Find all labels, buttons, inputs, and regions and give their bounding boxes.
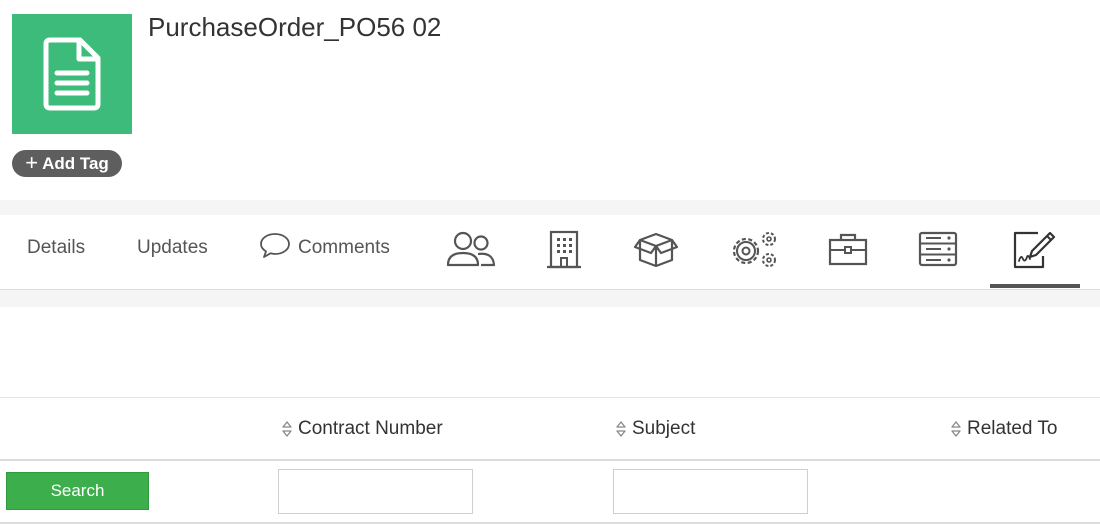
plus-icon: + bbox=[25, 149, 39, 175]
column-contract-number[interactable]: Contract Number bbox=[281, 398, 443, 459]
building-icon bbox=[547, 230, 581, 269]
active-tab-indicator bbox=[990, 284, 1080, 288]
briefcase-icon bbox=[828, 233, 868, 266]
tab-bar: Details Updates Comments bbox=[0, 215, 1100, 290]
tab-contracts[interactable] bbox=[1005, 227, 1061, 271]
column-related-to[interactable]: Related To bbox=[950, 398, 1058, 459]
tab-details-label: Details bbox=[27, 237, 86, 258]
search-button[interactable]: Search bbox=[6, 472, 149, 510]
table-header: Contract Number Subject Related To bbox=[0, 397, 1100, 461]
tab-building[interactable] bbox=[536, 227, 592, 271]
tab-contacts[interactable] bbox=[443, 227, 499, 271]
column-subject-label: Subject bbox=[632, 417, 696, 439]
tab-comments-label: Comments bbox=[298, 237, 390, 258]
document-icon bbox=[43, 37, 101, 111]
tab-settings[interactable] bbox=[725, 227, 781, 271]
record-title: PurchaseOrder_PO56 02 bbox=[148, 12, 442, 42]
contract-sign-icon bbox=[1013, 231, 1056, 269]
column-contract-number-label: Contract Number bbox=[298, 417, 443, 439]
contacts-icon bbox=[446, 231, 496, 267]
server-icon bbox=[918, 231, 958, 267]
tab-products[interactable] bbox=[628, 227, 684, 271]
add-tag-label: Add Tag bbox=[42, 153, 109, 173]
divider-strip bbox=[0, 290, 1100, 307]
filter-row: Search bbox=[0, 460, 1100, 524]
sort-icon bbox=[616, 420, 626, 437]
box-icon bbox=[633, 232, 679, 268]
sort-icon bbox=[951, 420, 961, 437]
tab-updates-label: Updates bbox=[137, 237, 208, 258]
divider-strip bbox=[0, 200, 1100, 215]
tab-details[interactable]: Details bbox=[27, 215, 85, 281]
sort-icon bbox=[282, 420, 292, 437]
tab-updates[interactable]: Updates bbox=[137, 215, 208, 281]
column-subject[interactable]: Subject bbox=[615, 398, 695, 459]
tab-server[interactable] bbox=[910, 227, 966, 271]
contract-number-filter-input[interactable] bbox=[278, 469, 473, 514]
column-related-to-label: Related To bbox=[967, 417, 1058, 439]
tab-comments[interactable]: Comments bbox=[259, 215, 390, 281]
comment-bubble-icon bbox=[260, 233, 290, 258]
gears-icon bbox=[732, 232, 776, 267]
record-file-icon-box bbox=[12, 14, 132, 134]
add-tag-button[interactable]: + Add Tag bbox=[12, 150, 122, 177]
tab-opportunities[interactable] bbox=[820, 227, 876, 271]
subject-filter-input[interactable] bbox=[613, 469, 808, 514]
